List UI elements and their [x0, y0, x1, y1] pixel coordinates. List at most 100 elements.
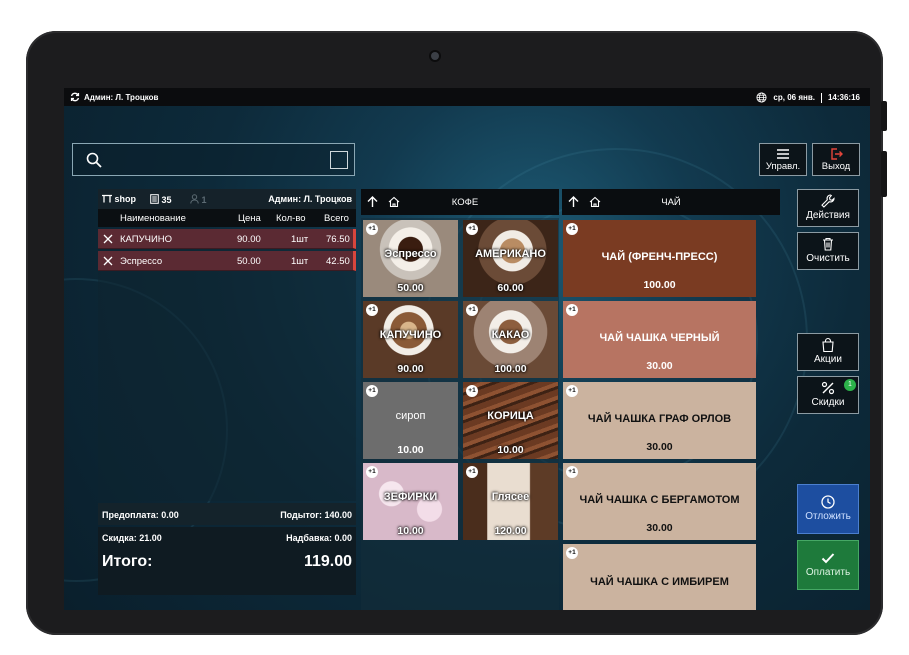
- tablet-frame: Админ: Л. Троцков ср, 06 янв. 14:36:16 У…: [26, 31, 887, 635]
- shop-label: shop: [102, 194, 136, 204]
- quick-add-badge[interactable]: +1: [566, 466, 578, 478]
- promos-label: Акции: [814, 354, 842, 365]
- product-price: 90.00: [397, 363, 424, 375]
- quick-add-badge[interactable]: +1: [466, 304, 478, 316]
- quick-add-badge[interactable]: +1: [466, 466, 478, 478]
- product-name: Глясее: [491, 491, 530, 503]
- quick-add-badge[interactable]: +1: [366, 466, 378, 478]
- item-price: 50.00: [237, 256, 261, 267]
- checkmark-icon: [821, 553, 835, 564]
- product-price: 100.00: [643, 279, 676, 291]
- order-panel: shop 35 1 Админ: Л. Троцков Наименование…: [98, 189, 356, 595]
- product-price: 30.00: [646, 441, 673, 453]
- guests-count: 1: [190, 194, 207, 205]
- product-tile[interactable]: +1 ЧАЙ ЧАШКА ЧЕРНЫЙ 30.00: [563, 301, 756, 378]
- sync-icon[interactable]: [70, 92, 80, 102]
- shop-name: shop: [114, 194, 137, 204]
- product-name: ЧАЙ ЧАШКА ЧЕРНЫЙ: [599, 332, 720, 344]
- pay-label: Оплатить: [805, 567, 851, 578]
- product-name: сироп: [395, 410, 426, 422]
- product-price: 30.00: [646, 360, 673, 372]
- product-name: КАПУЧИНО: [379, 329, 442, 341]
- app-screen: Админ: Л. Троцков ср, 06 янв. 14:36:16 У…: [64, 88, 870, 610]
- product-tile[interactable]: +1 АМЕРИКАНО 60.00: [463, 220, 558, 297]
- menu-icon: [777, 149, 789, 159]
- product-tile[interactable]: +1 ЧАЙ ЧАШКА С БЕРГАМОТОМ 30.00: [563, 463, 756, 540]
- product-price: 60.00: [497, 282, 524, 294]
- clear-button[interactable]: Очистить: [797, 232, 859, 270]
- side-button: [881, 151, 887, 197]
- item-total: 42.50: [326, 256, 350, 267]
- actions-button[interactable]: Действия: [797, 189, 859, 227]
- quick-add-badge[interactable]: +1: [566, 223, 578, 235]
- clear-label: Очистить: [806, 253, 850, 264]
- product-tile[interactable]: +1 Глясее 120.00: [463, 463, 558, 540]
- shopping-bag-icon: [822, 337, 834, 353]
- product-tile[interactable]: +1 ЧАЙ ЧАШКА ГРАФ ОРЛОВ 30.00: [563, 382, 756, 459]
- postpone-button[interactable]: Отложить: [797, 484, 859, 534]
- order-header: shop 35 1 Админ: Л. Троцков: [98, 189, 356, 209]
- receipt-icon: [150, 194, 159, 204]
- discounts-label: Скидки: [811, 397, 845, 408]
- manage-button[interactable]: Управл.: [759, 143, 807, 176]
- total-label: Итого:: [102, 553, 153, 570]
- product-tile[interactable]: +1 Эспрессо 50.00: [363, 220, 458, 297]
- pay-button[interactable]: Оплатить: [797, 540, 859, 590]
- quick-add-badge[interactable]: +1: [366, 385, 378, 397]
- exit-button[interactable]: Выход: [812, 143, 860, 176]
- coffee-header: КОФЕ: [361, 189, 559, 215]
- remove-icon[interactable]: [103, 256, 113, 266]
- product-tile[interactable]: +1 КАПУЧИНО 90.00: [363, 301, 458, 378]
- product-tile[interactable]: +1 КАКАО 100.00: [463, 301, 558, 378]
- order-summary-prepay: Предоплата: 0.00 Подытог: 140.00: [98, 503, 356, 525]
- quick-add-badge[interactable]: +1: [466, 385, 478, 397]
- exit-icon: [831, 148, 843, 160]
- promos-button[interactable]: Акции: [797, 333, 859, 371]
- person-icon: [190, 194, 199, 204]
- item-qty: 1шт: [291, 234, 309, 245]
- search-input[interactable]: [72, 143, 355, 176]
- product-tile[interactable]: +1 сироп 10.00: [363, 382, 458, 459]
- scan-checkbox[interactable]: [330, 151, 348, 169]
- order-summary-total: Скидка: 21.00 Надбавка: 0.00 Итого: 119.…: [98, 527, 356, 595]
- cashier-name: Админ: Л. Троцков: [268, 194, 352, 204]
- order-row[interactable]: Эспрессо 50.00 1шт 42.50: [98, 251, 356, 271]
- quick-add-badge[interactable]: +1: [466, 223, 478, 235]
- product-name: Эспрессо: [384, 248, 437, 260]
- item-price: 90.00: [237, 234, 261, 245]
- globe-icon[interactable]: [756, 92, 767, 103]
- remove-icon[interactable]: [103, 234, 113, 244]
- quick-add-badge[interactable]: +1: [566, 304, 578, 316]
- product-price: 120.00: [494, 525, 527, 537]
- product-tile[interactable]: +1 ЗЕФИРКИ 10.00: [363, 463, 458, 540]
- quick-add-badge[interactable]: +1: [566, 547, 578, 559]
- actions-label: Действия: [806, 210, 850, 221]
- product-price: 10.00: [497, 444, 524, 456]
- arrow-up-icon[interactable]: [367, 196, 378, 208]
- order-row[interactable]: КАПУЧИНО 90.00 1шт 76.50: [98, 229, 356, 249]
- product-price: 10.00: [397, 525, 424, 537]
- item-name: КАПУЧИНО: [120, 234, 173, 245]
- quick-add-badge[interactable]: +1: [566, 385, 578, 397]
- discounts-button[interactable]: 1 Скидки: [797, 376, 859, 414]
- col-price: Цена: [238, 213, 261, 224]
- product-price: 100.00: [494, 363, 527, 375]
- quick-add-badge[interactable]: +1: [366, 304, 378, 316]
- postpone-label: Отложить: [805, 511, 851, 522]
- tea-title: ЧАЙ: [661, 197, 681, 208]
- prepay-text: Предоплата: 0.00: [102, 510, 179, 520]
- order-list: КАПУЧИНО 90.00 1шт 76.50 Эспрессо 50.00 …: [98, 229, 356, 501]
- search-icon: [86, 152, 102, 168]
- manage-label: Управл.: [765, 161, 801, 172]
- home-icon[interactable]: [388, 196, 400, 208]
- side-button: [881, 101, 887, 131]
- quick-add-badge[interactable]: +1: [366, 223, 378, 235]
- product-name: ЧАЙ (ФРЕНЧ-ПРЕСС): [601, 251, 718, 263]
- product-tile[interactable]: +1 ЧАЙ (ФРЕНЧ-ПРЕСС) 100.00: [563, 220, 756, 297]
- receipt-number: 35: [150, 194, 172, 205]
- coffee-title: КОФЕ: [451, 197, 479, 208]
- product-tile[interactable]: +1 КОРИЦА 10.00: [463, 382, 558, 459]
- col-qty: Кол-во: [276, 213, 306, 224]
- product-tile[interactable]: +1 ЧАЙ ЧАШКА С ИМБИРЕМ: [563, 544, 756, 610]
- product-name: КОРИЦА: [487, 410, 534, 422]
